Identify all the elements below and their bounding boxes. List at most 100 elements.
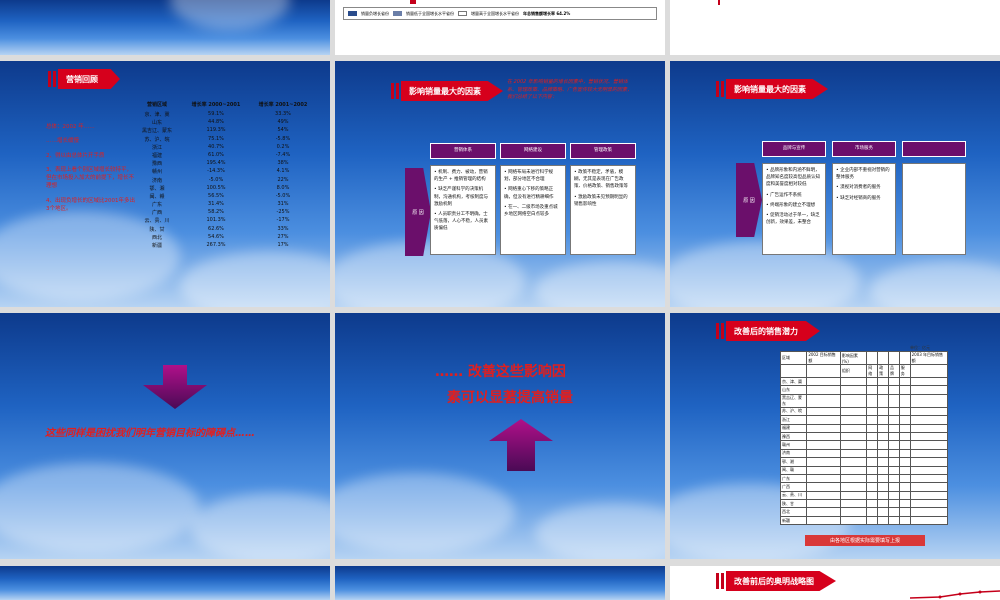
input-cell[interactable] — [887, 415, 900, 425]
input-cell[interactable] — [909, 406, 949, 417]
input-cell[interactable] — [806, 385, 841, 395]
input-cell[interactable] — [887, 482, 900, 492]
input-cell[interactable] — [806, 465, 841, 475]
input-cell[interactable] — [866, 406, 879, 417]
input-cell[interactable] — [909, 385, 949, 395]
input-cell[interactable] — [866, 465, 879, 475]
input-cell[interactable] — [887, 465, 900, 475]
input-cell[interactable] — [909, 515, 949, 526]
input-cell[interactable] — [839, 431, 868, 442]
input-cell[interactable] — [866, 415, 879, 425]
input-cell[interactable] — [898, 415, 911, 425]
input-cell[interactable] — [806, 448, 841, 459]
input-cell[interactable] — [877, 376, 889, 387]
input-cell[interactable] — [866, 448, 879, 459]
input-cell[interactable] — [806, 482, 841, 492]
input-cell[interactable] — [909, 499, 949, 509]
input-cell[interactable] — [806, 406, 841, 417]
input-cell[interactable] — [877, 415, 889, 425]
input-cell[interactable] — [877, 431, 889, 442]
input-cell[interactable] — [839, 515, 868, 526]
input-cell[interactable] — [839, 473, 868, 484]
slide-sales-review[interactable]: 营销回顾 营销区域 增长率 2000~2001 增长率 2001~2002 京、… — [0, 61, 330, 307]
input-cell[interactable] — [887, 499, 900, 509]
input-cell[interactable] — [806, 440, 841, 450]
input-cell[interactable] — [877, 499, 889, 509]
input-cell[interactable] — [909, 482, 949, 492]
input-cell[interactable] — [909, 415, 949, 425]
input-cell[interactable] — [887, 376, 900, 387]
input-cell[interactable] — [909, 507, 949, 517]
input-cell[interactable] — [898, 515, 911, 526]
input-cell[interactable] — [877, 473, 889, 484]
input-cell[interactable] — [909, 457, 949, 467]
input-cell[interactable] — [806, 507, 841, 517]
input-cell[interactable] — [898, 507, 911, 517]
input-cell[interactable] — [839, 448, 868, 459]
input-cell[interactable] — [866, 457, 879, 467]
input-cell[interactable] — [877, 448, 889, 459]
input-cell[interactable] — [839, 376, 868, 387]
input-cell[interactable] — [909, 465, 949, 475]
input-cell[interactable] — [898, 393, 911, 408]
input-cell[interactable] — [866, 393, 879, 408]
input-cell[interactable] — [839, 482, 868, 492]
input-cell[interactable] — [806, 499, 841, 509]
input-cell[interactable] — [909, 376, 949, 387]
slide-thumbnail-top-right[interactable] — [670, 0, 1000, 55]
input-cell[interactable] — [866, 431, 879, 442]
input-cell[interactable] — [909, 473, 949, 484]
input-cell[interactable] — [877, 465, 889, 475]
input-cell[interactable] — [898, 406, 911, 417]
input-cell[interactable] — [898, 376, 911, 387]
input-cell[interactable] — [909, 423, 949, 433]
slide-strategy[interactable]: 改善前后的奥明战略图 — [670, 566, 1000, 600]
input-cell[interactable] — [909, 448, 949, 459]
input-cell[interactable] — [887, 448, 900, 459]
input-cell[interactable] — [806, 415, 841, 425]
input-cell[interactable] — [877, 457, 889, 467]
input-cell[interactable] — [866, 385, 879, 395]
input-cell[interactable] — [898, 431, 911, 442]
input-cell[interactable] — [877, 385, 889, 395]
slide-factors-1[interactable]: 影响销量最大的因素 在 2002 年影响销量的增长因素中，营销状况、营销体系、管… — [335, 61, 665, 307]
input-cell[interactable] — [887, 385, 900, 395]
input-cell[interactable] — [839, 457, 868, 467]
input-cell[interactable] — [839, 490, 868, 501]
input-cell[interactable] — [887, 507, 900, 517]
input-cell[interactable] — [839, 423, 868, 433]
input-cell[interactable] — [839, 393, 868, 408]
input-cell[interactable] — [877, 440, 889, 450]
input-cell[interactable] — [887, 440, 900, 450]
input-cell[interactable] — [877, 507, 889, 517]
input-cell[interactable] — [898, 448, 911, 459]
input-cell[interactable] — [866, 473, 879, 484]
input-cell[interactable] — [866, 482, 879, 492]
slide-thumbnail-bottom-middle[interactable] — [335, 566, 665, 600]
input-cell[interactable] — [806, 423, 841, 433]
input-cell[interactable] — [887, 423, 900, 433]
input-cell[interactable] — [806, 393, 841, 408]
input-cell[interactable] — [839, 440, 868, 450]
input-cell[interactable] — [898, 385, 911, 395]
input-cell[interactable] — [839, 415, 868, 425]
input-cell[interactable] — [887, 431, 900, 442]
input-cell[interactable] — [898, 457, 911, 467]
input-cell[interactable] — [839, 499, 868, 509]
input-cell[interactable] — [909, 393, 949, 408]
input-cell[interactable] — [887, 515, 900, 526]
input-cell[interactable] — [909, 431, 949, 442]
input-cell[interactable] — [806, 515, 841, 526]
input-cell[interactable] — [806, 376, 841, 387]
slide-sales-potential[interactable]: 改善后的销售潜力 单位：亿元 区域 2002 目标销售额 影响因素 (%) 2003 … — [670, 313, 1000, 559]
input-cell[interactable] — [839, 465, 868, 475]
input-cell[interactable] — [866, 515, 879, 526]
input-cell[interactable] — [898, 499, 911, 509]
input-cell[interactable] — [909, 490, 949, 501]
input-cell[interactable] — [877, 423, 889, 433]
input-cell[interactable] — [898, 482, 911, 492]
input-cell[interactable] — [887, 457, 900, 467]
input-cell[interactable] — [866, 440, 879, 450]
input-cell[interactable] — [887, 406, 900, 417]
input-cell[interactable] — [866, 490, 879, 501]
